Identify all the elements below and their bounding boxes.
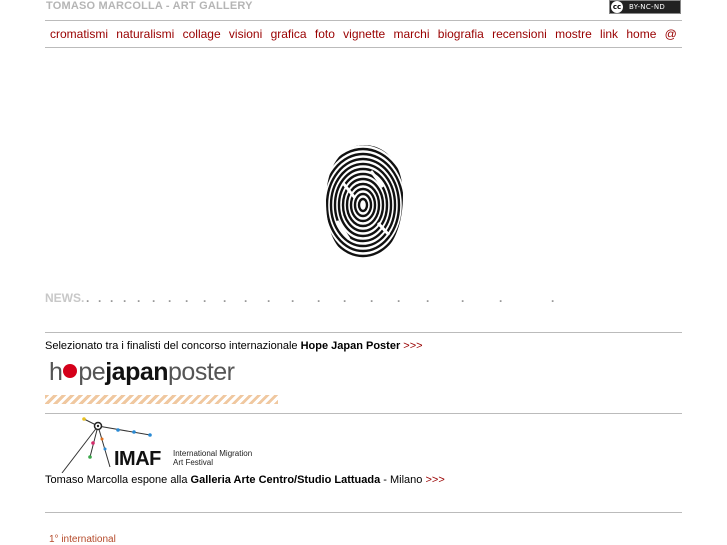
imaf-logo-subtitle: International Migration Art Festival xyxy=(173,449,253,467)
nav-mostre[interactable]: mostre xyxy=(555,27,592,41)
nav-collage[interactable]: collage xyxy=(183,27,221,41)
license-label: BY-NC-ND xyxy=(629,3,666,11)
red-sun-icon xyxy=(63,364,78,379)
nav-contact[interactable]: @ xyxy=(665,27,677,41)
news-item-text: Selezionato tra i finalisti del concorso… xyxy=(45,340,301,352)
news-dots: ... ... ... ... ... ... ... xyxy=(86,291,555,305)
imaf-logo-text: IMAF xyxy=(114,448,161,470)
creative-commons-icon: cc xyxy=(611,1,623,13)
site-title: TOMASO MARCOLLA - ART GALLERY xyxy=(46,0,253,12)
nav-visioni[interactable]: visioni xyxy=(229,27,262,41)
license-badge[interactable]: cc BY-NC-ND xyxy=(609,0,681,14)
nav-grafica[interactable]: grafica xyxy=(271,27,307,41)
news-divider-1 xyxy=(45,332,682,333)
news-item-partial: 1° international xyxy=(49,534,116,545)
nav-biografia[interactable]: biografia xyxy=(438,27,484,41)
more-link-imaf[interactable]: >>> xyxy=(425,474,444,486)
nav-foto[interactable]: foto xyxy=(315,27,335,41)
fingerprint-icon xyxy=(326,145,403,259)
nav-marchi[interactable]: marchi xyxy=(393,27,429,41)
nav-divider xyxy=(45,47,682,48)
news-item-text: Tomaso Marcolla espone alla xyxy=(45,474,191,486)
hope-japan-stripe xyxy=(45,395,278,404)
top-divider xyxy=(45,20,682,21)
news-item-highlight: Hope Japan Poster xyxy=(300,340,401,352)
news-item-imaf: Tomaso Marcolla espone alla Galleria Art… xyxy=(45,474,445,486)
news-divider-2 xyxy=(45,413,682,414)
news-divider-3 xyxy=(45,512,682,513)
hope-japan-poster-logo[interactable]: h pejapanposter xyxy=(49,357,235,387)
nav-link[interactable]: link xyxy=(600,27,618,41)
nav-naturalismi[interactable]: naturalismi xyxy=(116,27,174,41)
main-nav: cromatismi naturalismi collage visioni g… xyxy=(45,27,682,41)
nav-recensioni[interactable]: recensioni xyxy=(492,27,547,41)
more-link-hope-japan[interactable]: >>> xyxy=(403,340,422,352)
nav-vignette[interactable]: vignette xyxy=(343,27,385,41)
nav-cromatismi[interactable]: cromatismi xyxy=(50,27,108,41)
news-heading: NEWS. xyxy=(45,291,85,305)
nav-home[interactable]: home xyxy=(626,27,656,41)
news-item-highlight: Galleria Arte Centro/Studio Lattuada xyxy=(190,474,381,486)
news-item-hope-japan: Selezionato tra i finalisti del concorso… xyxy=(45,340,423,352)
